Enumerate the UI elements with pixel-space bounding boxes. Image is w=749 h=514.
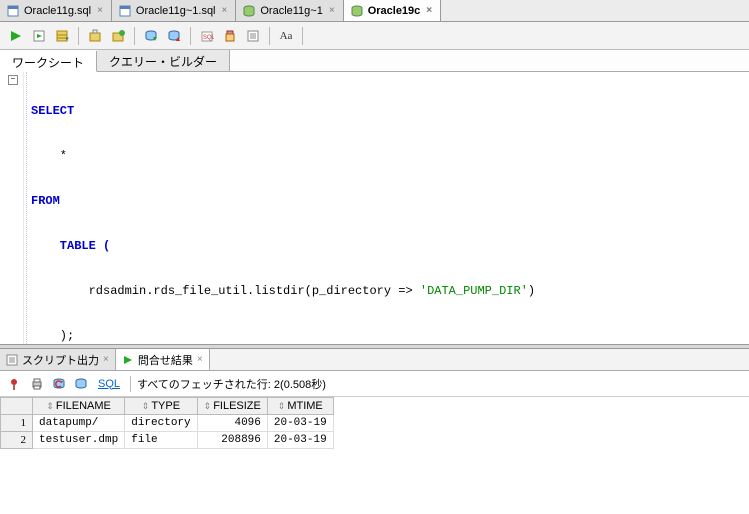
kw-select: SELECT bbox=[31, 104, 74, 118]
results-panel: スクリプト出力 × 問合せ結果 × SQL すべてのフェッチされた行: 2(0.… bbox=[0, 349, 749, 514]
tab-label: Oracle11g~1.sql bbox=[136, 5, 216, 17]
result-grid[interactable]: ⇕FILENAME ⇕TYPE ⇕FILESIZE ⇕MTIME 1 datap… bbox=[0, 397, 749, 449]
toolbar-separator bbox=[269, 27, 270, 45]
code-line: rdsadmin.rds_file_util.listdir(p_directo… bbox=[31, 284, 420, 298]
db-icon bbox=[242, 4, 256, 18]
col-mtime[interactable]: ⇕MTIME bbox=[267, 398, 333, 415]
tab-label: 問合せ結果 bbox=[138, 352, 193, 368]
toolbar-separator bbox=[190, 27, 191, 45]
close-icon[interactable]: × bbox=[424, 5, 434, 16]
refresh-button[interactable] bbox=[50, 375, 68, 393]
clear-button[interactable] bbox=[220, 26, 240, 46]
result-tabs: スクリプト出力 × 問合せ結果 × bbox=[0, 349, 749, 371]
cell-filesize[interactable]: 208896 bbox=[197, 432, 267, 449]
col-filename[interactable]: ⇕FILENAME bbox=[33, 398, 125, 415]
sql-file-icon bbox=[6, 4, 20, 18]
kw-table: TABLE ( bbox=[31, 239, 110, 253]
tab-worksheet[interactable]: ワークシート bbox=[0, 51, 97, 72]
cell-filesize[interactable]: 4096 bbox=[197, 415, 267, 432]
sort-icon[interactable]: ⇕ bbox=[46, 401, 56, 411]
play-icon bbox=[122, 354, 134, 366]
tab-label: Oracle19c bbox=[368, 5, 421, 17]
fold-toggle[interactable]: − bbox=[8, 75, 18, 85]
fetch-status: すべてのフェッチされた行: 2(0.508秒) bbox=[137, 376, 326, 392]
export-button[interactable] bbox=[72, 375, 90, 393]
toolbar-separator bbox=[78, 27, 79, 45]
table-row[interactable]: 2 testuser.dmp file 208896 20-03-19 bbox=[1, 432, 334, 449]
row-number: 1 bbox=[1, 415, 33, 432]
toolbar-separator bbox=[302, 27, 303, 45]
db-rollback-button[interactable] bbox=[164, 26, 184, 46]
sort-icon[interactable]: ⇕ bbox=[204, 401, 214, 411]
svg-text:SQL: SQL bbox=[203, 35, 214, 41]
col-filesize[interactable]: ⇕FILESIZE bbox=[197, 398, 267, 415]
worksheet-tabs: ワークシート クエリー・ビルダー bbox=[0, 50, 749, 72]
table-row[interactable]: 1 datapump/ directory 4096 20-03-19 bbox=[1, 415, 334, 432]
close-icon[interactable]: × bbox=[197, 354, 203, 365]
editor-gutter: − bbox=[0, 72, 24, 344]
tab-oracle19c[interactable]: Oracle19c × bbox=[344, 0, 441, 21]
cell-mtime[interactable]: 20-03-19 bbox=[267, 432, 333, 449]
db-commit-button[interactable] bbox=[141, 26, 161, 46]
unshared-sql-button[interactable]: SQL bbox=[197, 26, 217, 46]
tab-label: Oracle11g.sql bbox=[24, 5, 91, 17]
case-button[interactable]: Aa bbox=[276, 26, 296, 46]
tab-label: Oracle11g~1 bbox=[260, 5, 322, 17]
tab-oracle11g1-sql[interactable]: Oracle11g~1.sql × bbox=[112, 0, 236, 21]
pin-button[interactable] bbox=[6, 375, 24, 393]
tab-script-output[interactable]: スクリプト出力 × bbox=[0, 349, 116, 370]
close-icon[interactable]: × bbox=[103, 354, 109, 365]
cell-filename[interactable]: testuser.dmp bbox=[33, 432, 125, 449]
row-header-blank[interactable] bbox=[1, 398, 33, 415]
history-button[interactable] bbox=[243, 26, 263, 46]
sort-icon[interactable]: ⇕ bbox=[278, 401, 288, 411]
sql-editor[interactable]: − SELECT * FROM TABLE ( rdsadmin.rds_fil… bbox=[0, 72, 749, 344]
main-toolbar: ▾ SQL Aa bbox=[0, 22, 749, 50]
cell-mtime[interactable]: 20-03-19 bbox=[267, 415, 333, 432]
close-icon[interactable]: × bbox=[327, 5, 337, 16]
code-area[interactable]: SELECT * FROM TABLE ( rdsadmin.rds_file_… bbox=[26, 72, 749, 344]
run-script-button[interactable] bbox=[29, 26, 49, 46]
sql-file-icon bbox=[118, 4, 132, 18]
cell-filename[interactable]: datapump/ bbox=[33, 415, 125, 432]
tab-query-builder[interactable]: クエリー・ビルダー bbox=[97, 50, 230, 71]
tab-oracle11g-sql[interactable]: Oracle11g.sql × bbox=[0, 0, 112, 21]
code-line: ); bbox=[31, 329, 745, 344]
file-tabs: Oracle11g.sql × Oracle11g~1.sql × Oracle… bbox=[0, 0, 749, 22]
tab-oracle11g1[interactable]: Oracle11g~1 × bbox=[236, 0, 343, 21]
script-output-icon bbox=[6, 354, 18, 366]
toolbar-separator bbox=[130, 376, 131, 392]
explain-plan-button[interactable]: ▾ bbox=[52, 26, 72, 46]
sort-icon[interactable]: ⇕ bbox=[142, 401, 152, 411]
result-toolbar: SQL すべてのフェッチされた行: 2(0.508秒) bbox=[0, 371, 749, 397]
string-literal: 'DATA_PUMP_DIR' bbox=[420, 284, 528, 298]
tab-query-result[interactable]: 問合せ結果 × bbox=[116, 349, 210, 370]
toolbar-separator bbox=[134, 27, 135, 45]
cell-type[interactable]: directory bbox=[125, 415, 197, 432]
code-line: ) bbox=[528, 284, 535, 298]
autotrace-button[interactable] bbox=[85, 26, 105, 46]
kw-from: FROM bbox=[31, 194, 60, 208]
cell-type[interactable]: file bbox=[125, 432, 197, 449]
commit-button[interactable] bbox=[108, 26, 128, 46]
run-button[interactable] bbox=[6, 26, 26, 46]
db-icon bbox=[350, 4, 364, 18]
close-icon[interactable]: × bbox=[220, 5, 230, 16]
sql-link[interactable]: SQL bbox=[94, 378, 124, 390]
print-button[interactable] bbox=[28, 375, 46, 393]
col-type[interactable]: ⇕TYPE bbox=[125, 398, 197, 415]
tab-label: スクリプト出力 bbox=[22, 352, 99, 368]
close-icon[interactable]: × bbox=[95, 5, 105, 16]
row-number: 2 bbox=[1, 432, 33, 449]
code-line: * bbox=[31, 149, 745, 164]
